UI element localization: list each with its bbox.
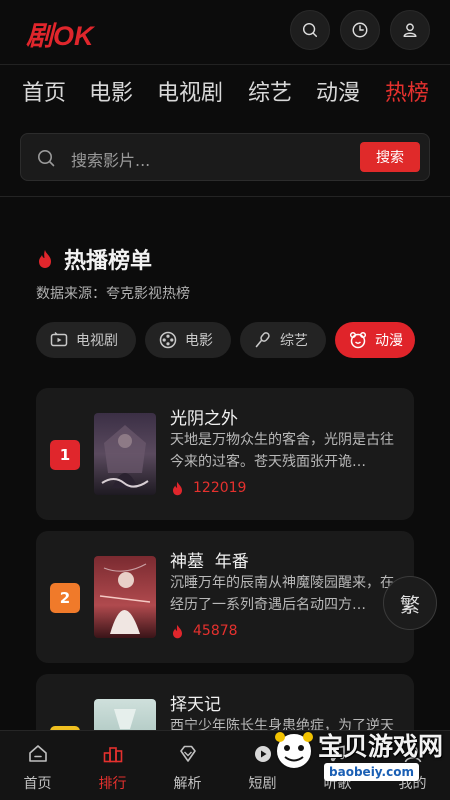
bottom-tab-bar: 首页 排行 解析 短剧 听歌 我的 (0, 730, 450, 800)
nav-movie[interactable]: 电影 (89, 75, 133, 107)
hot-score: 122019 (170, 480, 246, 496)
nav-tv[interactable]: 电视剧 (157, 75, 223, 107)
search-icon (302, 22, 318, 38)
diamond-icon (179, 745, 196, 762)
tab-label: 短剧 (248, 776, 277, 792)
chip-label: 电视剧 (76, 333, 118, 349)
item-title: 光阴之外 (170, 409, 238, 429)
poster-image (94, 556, 156, 638)
tab-label: 解析 (173, 776, 202, 792)
chip-tv[interactable]: 电视剧 (36, 322, 136, 358)
fire-icon (39, 250, 51, 268)
tab-mine[interactable]: 我的 (375, 731, 450, 800)
search-input[interactable]: 搜索影片... (71, 147, 150, 171)
search-icon (38, 150, 55, 167)
nav-hot[interactable]: 热榜 (385, 75, 429, 107)
play-icon (254, 746, 271, 762)
list-item[interactable]: 1 光阴之外 天地是万物众生的客舍，光阴是古往今来的过客。苍天残面张开诡… 12… (36, 388, 414, 520)
tab-analysis[interactable]: 解析 (150, 731, 225, 800)
tab-music[interactable]: 听歌 (300, 731, 375, 800)
poster-image (94, 413, 156, 495)
user-icon (403, 23, 417, 38)
section-header: 热播榜单 (36, 243, 152, 275)
music-icon (330, 745, 345, 762)
hot-value: 45878 (193, 623, 238, 639)
hot-value: 122019 (193, 480, 247, 496)
tab-label: 首页 (23, 776, 52, 792)
tv-icon (50, 332, 68, 347)
traditional-chinese-toggle[interactable]: 繁 (383, 576, 437, 630)
nav-anime[interactable]: 动漫 (316, 75, 360, 107)
category-nav: 首页 电影 电视剧 综艺 动漫 热榜 (0, 64, 450, 114)
tab-label: 我的 (398, 776, 427, 792)
nav-home[interactable]: 首页 (22, 75, 66, 107)
bear-face-icon (349, 331, 367, 349)
tab-label: 听歌 (323, 776, 352, 792)
tab-ranking[interactable]: 排行 (75, 731, 150, 800)
film-reel-icon (159, 331, 177, 349)
clock-icon (352, 22, 368, 38)
chip-label: 电影 (185, 333, 213, 349)
item-description: 天地是万物众生的客舍，光阴是古往今来的过客。苍天残面张开诡… (170, 432, 394, 470)
search-button[interactable] (290, 10, 330, 50)
tab-label: 排行 (98, 776, 127, 792)
rank-badge: 2 (50, 583, 80, 613)
search-submit-button[interactable]: 搜索 (360, 142, 420, 172)
home-icon (28, 745, 47, 762)
item-title: 神墓 年番 (170, 552, 249, 572)
list-item[interactable]: 2 神墓 年番 沉睡万年的辰南从神魔陵园醒来，在经历了一系列奇遇后名动四方… 4… (36, 531, 414, 663)
data-source-text: 数据来源：夸克影视热榜 (36, 286, 190, 302)
history-button[interactable] (340, 10, 380, 50)
chip-movie[interactable]: 电影 (145, 322, 231, 358)
hot-score: 45878 (170, 623, 238, 639)
tab-home[interactable]: 首页 (0, 731, 75, 800)
profile-button[interactable] (390, 10, 430, 50)
tab-short-drama[interactable]: 短剧 (225, 731, 300, 800)
rank-badge: 1 (50, 440, 80, 470)
app-header: 剧OK (0, 0, 450, 62)
divider (0, 196, 450, 197)
search-bar[interactable]: 搜索影片... 搜索 (20, 133, 430, 181)
item-title: 择天记 (170, 695, 221, 715)
ranking-icon (103, 747, 122, 763)
chip-variety[interactable]: 综艺 (240, 322, 326, 358)
chip-label: 动漫 (375, 333, 403, 349)
section-title: 热播榜单 (64, 249, 153, 274)
nav-variety[interactable]: 综艺 (248, 75, 292, 107)
chip-anime[interactable]: 动漫 (335, 322, 415, 358)
fire-icon (173, 481, 182, 495)
fire-icon (173, 624, 182, 638)
item-description: 沉睡万年的辰南从神魔陵园醒来，在经历了一系列奇遇后名动四方… (170, 575, 394, 613)
app-logo[interactable]: 剧OK (26, 14, 94, 53)
chip-label: 综艺 (280, 333, 308, 349)
user-icon (404, 745, 421, 763)
microphone-icon (255, 332, 270, 348)
